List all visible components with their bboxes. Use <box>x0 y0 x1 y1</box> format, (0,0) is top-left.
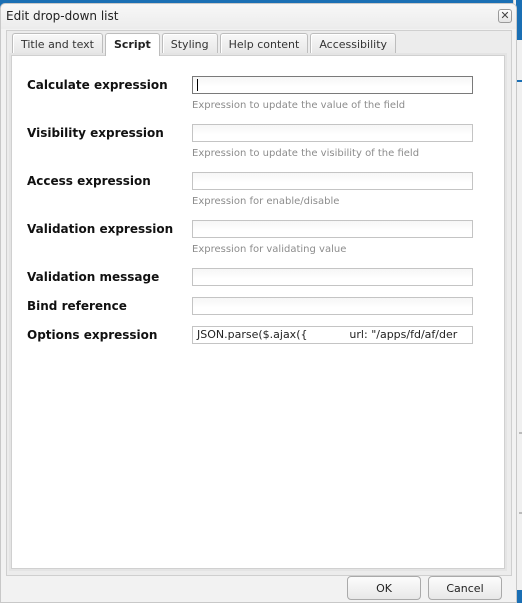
close-icon: ✕ <box>500 9 510 22</box>
validation-expression-help: Expression for validating value <box>192 244 347 255</box>
validation-expression-input[interactable] <box>192 220 473 238</box>
visibility-expression-help: Expression to update the visibility of t… <box>192 148 420 159</box>
options-expression-label: Options expression <box>27 328 158 342</box>
access-expression-input[interactable] <box>192 172 473 190</box>
dialog-title: Edit drop-down list <box>6 9 119 23</box>
tabs-panel: Title and text Script Styling Help conte… <box>6 30 512 576</box>
bind-reference-input[interactable] <box>192 297 473 315</box>
tab-title-and-text[interactable]: Title and text <box>12 33 103 54</box>
calculate-expression-label: Calculate expression <box>27 78 168 92</box>
access-expression-help: Expression for enable/disable <box>192 196 340 207</box>
tab-script[interactable]: Script <box>104 33 160 56</box>
script-tab-content: Calculate expression Expression to updat… <box>11 55 505 569</box>
calculate-expression-help: Expression to update the value of the fi… <box>192 100 406 111</box>
options-expression-input[interactable]: JSON.parse($.ajax({ url: "/apps/fd/af/de… <box>192 326 473 344</box>
dialog-title-bar[interactable]: Edit drop-down list ✕ <box>1 4 516 29</box>
tab-styling[interactable]: Styling <box>161 33 218 54</box>
visibility-expression-input[interactable] <box>192 124 473 142</box>
text-caret <box>197 79 198 91</box>
tab-help-content[interactable]: Help content <box>219 33 309 54</box>
tab-accessibility[interactable]: Accessibility <box>310 33 397 54</box>
tab-strip: Title and text Script Styling Help conte… <box>12 33 397 56</box>
access-expression-label: Access expression <box>27 174 151 188</box>
bind-reference-label: Bind reference <box>27 299 127 313</box>
background-blue-line <box>517 80 522 82</box>
visibility-expression-label: Visibility expression <box>27 126 164 140</box>
ok-button[interactable]: OK <box>347 576 421 600</box>
validation-expression-label: Validation expression <box>27 222 174 236</box>
cancel-button[interactable]: Cancel <box>428 576 502 600</box>
validation-message-input[interactable] <box>192 268 473 286</box>
close-button[interactable]: ✕ <box>498 9 512 23</box>
edit-dropdown-dialog: Edit drop-down list ✕ Title and text Scr… <box>0 3 517 603</box>
validation-message-label: Validation message <box>27 270 160 284</box>
calculate-expression-input[interactable] <box>192 76 473 94</box>
